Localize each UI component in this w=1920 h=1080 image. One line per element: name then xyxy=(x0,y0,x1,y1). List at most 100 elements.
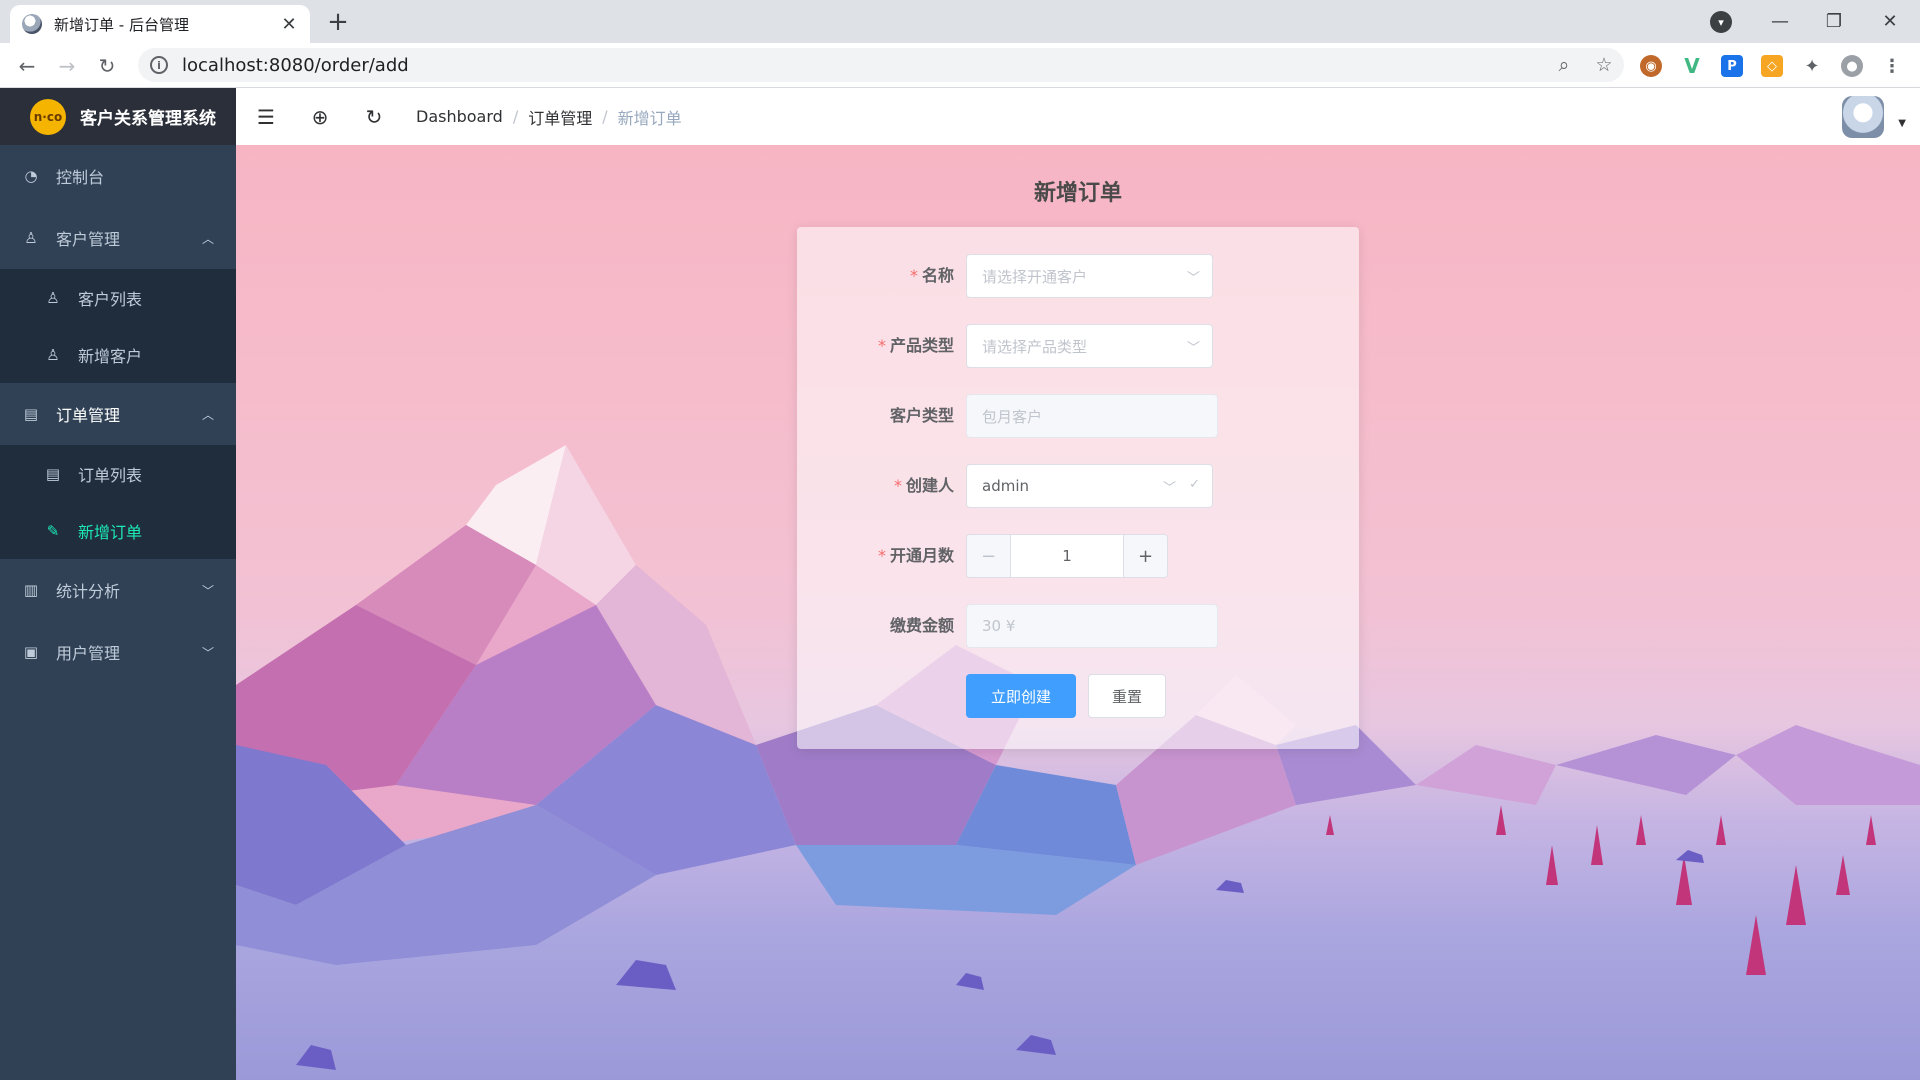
months-label-text: 开通月数 xyxy=(889,546,954,565)
form-row-customer-type: 客户类型 包月客户 xyxy=(797,394,1359,438)
required-mark: * xyxy=(909,266,918,285)
submenu-customer: ♙ 客户列表 ♙ 新增客户 xyxy=(0,269,236,383)
breadcrumb: Dashboard / 订单管理 / 新增订单 xyxy=(416,105,682,129)
refresh-icon[interactable]: ↻ xyxy=(362,105,386,129)
chevron-down-icon: ﹀ xyxy=(1186,341,1200,356)
restore-button[interactable]: ❐ xyxy=(1814,6,1854,36)
reload-icon[interactable]: ↻ xyxy=(92,51,122,81)
increment-button[interactable]: + xyxy=(1123,535,1167,577)
customer-select[interactable]: 请选择开通客户 ﹀ xyxy=(966,254,1213,298)
product-label: * 产品类型 xyxy=(878,324,954,368)
form-row-creator: * 创建人 admin ﹀ ✓ xyxy=(797,464,1359,508)
favicon-icon xyxy=(22,14,42,34)
sidebar: n·co 客户关系管理系统 ◔ 控制台 ♙ 客户管理 ︿ ♙ 客户列表 ♙ 新增… xyxy=(0,88,236,1080)
user-icon: ♙ xyxy=(46,345,60,364)
sidebar-item-add-order[interactable]: ✎ 新增订单 xyxy=(0,502,236,559)
new-tab-button[interactable]: + xyxy=(324,8,352,36)
required-mark: * xyxy=(877,546,886,565)
chevron-down-icon: ﹀ xyxy=(201,645,214,660)
page-title: 新增订单 xyxy=(1033,181,1122,206)
sidebar-item-customer-mgmt[interactable]: ♙ 客户管理 ︿ xyxy=(0,207,236,269)
sidebar-logo[interactable]: n·co 客户关系管理系统 xyxy=(0,88,236,145)
create-button[interactable]: 立即创建 xyxy=(966,674,1076,718)
breadcrumb-separator: / xyxy=(512,107,519,126)
product-select[interactable]: 请选择产品类型 ﹀ xyxy=(966,324,1213,368)
submenu-order: ▤ 订单列表 ✎ 新增订单 xyxy=(0,445,236,559)
creator-select[interactable]: admin ﹀ ✓ xyxy=(966,464,1213,508)
creator-label-text: 创建人 xyxy=(905,476,954,495)
chevron-down-icon: ﹀ xyxy=(1162,481,1176,496)
customers-icon: ♙ xyxy=(46,288,60,307)
profile-icon[interactable]: ● xyxy=(1841,55,1863,77)
zoom-icon[interactable]: ⌕ xyxy=(1544,54,1584,76)
sidebar-item-label: 控制台 xyxy=(56,168,105,187)
customer-type-value: 包月客户 xyxy=(982,407,1043,426)
fee-value: 30 ¥ xyxy=(982,617,1016,635)
sidebar-item-add-customer[interactable]: ♙ 新增客户 xyxy=(0,326,236,383)
caret-down-icon[interactable]: ▼ xyxy=(1898,118,1906,129)
address-bar[interactable]: i localhost:8080/order/add ⌕ ☆ xyxy=(138,48,1624,82)
sidebar-item-label: 订单列表 xyxy=(78,465,143,485)
close-tab-icon[interactable]: ✕ xyxy=(280,14,298,35)
edit-document-icon: ✎ xyxy=(46,521,60,540)
form-row-months: * 开通月数 − 1 + xyxy=(797,534,1359,578)
main-content: 新增订单 * 名称 请选择开通客户 ﹀ * 产品类型 请选择产品类型 ﹀ 客户类型 … xyxy=(236,145,1920,1080)
close-window-button[interactable]: ✕ xyxy=(1870,6,1910,36)
back-icon[interactable]: ← xyxy=(12,51,42,81)
months-stepper[interactable]: − 1 + xyxy=(966,534,1168,578)
tab-search-icon[interactable]: ▾ xyxy=(1710,11,1732,33)
hamburger-icon[interactable]: ☰ xyxy=(254,105,278,129)
customers-icon: ♙ xyxy=(24,229,38,247)
bookmark-star-icon[interactable]: ☆ xyxy=(1584,54,1624,76)
required-mark: * xyxy=(877,336,886,355)
customer-type-label: 客户类型 xyxy=(889,406,954,425)
extension-vue-icon[interactable]: V xyxy=(1681,54,1703,78)
extension-p-icon[interactable]: P xyxy=(1721,55,1743,77)
breadcrumb-dashboard[interactable]: Dashboard xyxy=(416,107,503,126)
sidebar-item-order-mgmt[interactable]: ▤ 订单管理 ︿ xyxy=(0,383,236,445)
minimize-button[interactable]: — xyxy=(1760,6,1800,36)
forward-icon[interactable]: → xyxy=(52,51,82,81)
sidebar-item-user-mgmt[interactable]: ▣ 用户管理 ﹀ xyxy=(0,621,236,683)
sidebar-item-label: 新增客户 xyxy=(78,346,143,366)
browser-menu-icon[interactable]: ⋮ xyxy=(1881,55,1903,77)
chevron-down-icon: ﹀ xyxy=(201,583,214,598)
document-icon: ▤ xyxy=(45,464,61,483)
product-label-text: 产品类型 xyxy=(889,336,954,355)
decrement-button[interactable]: − xyxy=(967,535,1011,577)
url-text[interactable]: localhost:8080/order/add xyxy=(182,55,1544,76)
browser-toolbar: ← → ↻ i localhost:8080/order/add ⌕ ☆ ◉ V… xyxy=(0,43,1920,88)
sidebar-item-label: 统计分析 xyxy=(56,582,121,601)
extensions-puzzle-icon[interactable]: ✦ xyxy=(1801,55,1823,77)
browser-tabbar: 新增订单 - 后台管理 ✕ + ▾ — ❐ ✕ xyxy=(0,0,1920,43)
form-row-product: * 产品类型 请选择产品类型 ﹀ xyxy=(797,324,1359,368)
product-select-placeholder: 请选择产品类型 xyxy=(982,337,1088,356)
sidebar-item-statistics[interactable]: ▥ 统计分析 ﹀ xyxy=(0,559,236,621)
tab-title: 新增订单 - 后台管理 xyxy=(54,15,189,34)
months-input[interactable]: 1 xyxy=(1011,535,1123,577)
chevron-down-icon: ﹀ xyxy=(1186,271,1200,286)
logo-icon: n·co xyxy=(30,98,66,135)
app-title: 客户关系管理系统 xyxy=(80,109,216,129)
sidebar-item-dashboard[interactable]: ◔ 控制台 xyxy=(0,145,236,207)
customer-type-field: 包月客户 xyxy=(966,394,1218,438)
form-row-fee: 缴费金额 30 ¥ xyxy=(797,604,1359,648)
breadcrumb-order-mgmt[interactable]: 订单管理 xyxy=(528,105,592,129)
sidebar-item-customer-list[interactable]: ♙ 客户列表 xyxy=(0,269,236,326)
name-label-text: 名称 xyxy=(921,266,954,285)
sidebar-item-order-list[interactable]: ▤ 订单列表 xyxy=(0,445,236,502)
sidebar-item-label: 新增订单 xyxy=(78,522,143,542)
extension-monkey-icon[interactable]: ◉ xyxy=(1640,55,1662,77)
order-form: * 名称 请选择开通客户 ﹀ * 产品类型 请选择产品类型 ﹀ 客户类型 包月客户 … xyxy=(797,227,1359,749)
breadcrumb-separator: / xyxy=(602,107,608,126)
language-globe-icon[interactable]: ⊕ xyxy=(308,105,332,129)
extension-box-icon[interactable]: ◇ xyxy=(1761,55,1783,77)
site-info-icon[interactable]: i xyxy=(150,56,168,74)
reset-button[interactable]: 重置 xyxy=(1088,674,1166,718)
dashboard-icon: ◔ xyxy=(24,167,38,185)
browser-tab[interactable]: 新增订单 - 后台管理 ✕ xyxy=(10,5,310,43)
top-navbar: ☰ ⊕ ↻ Dashboard / 订单管理 / 新增订单 ▼ xyxy=(236,88,1920,145)
sidebar-item-label: 订单管理 xyxy=(56,406,121,425)
name-label: * 名称 xyxy=(910,254,954,298)
avatar[interactable] xyxy=(1842,96,1884,138)
